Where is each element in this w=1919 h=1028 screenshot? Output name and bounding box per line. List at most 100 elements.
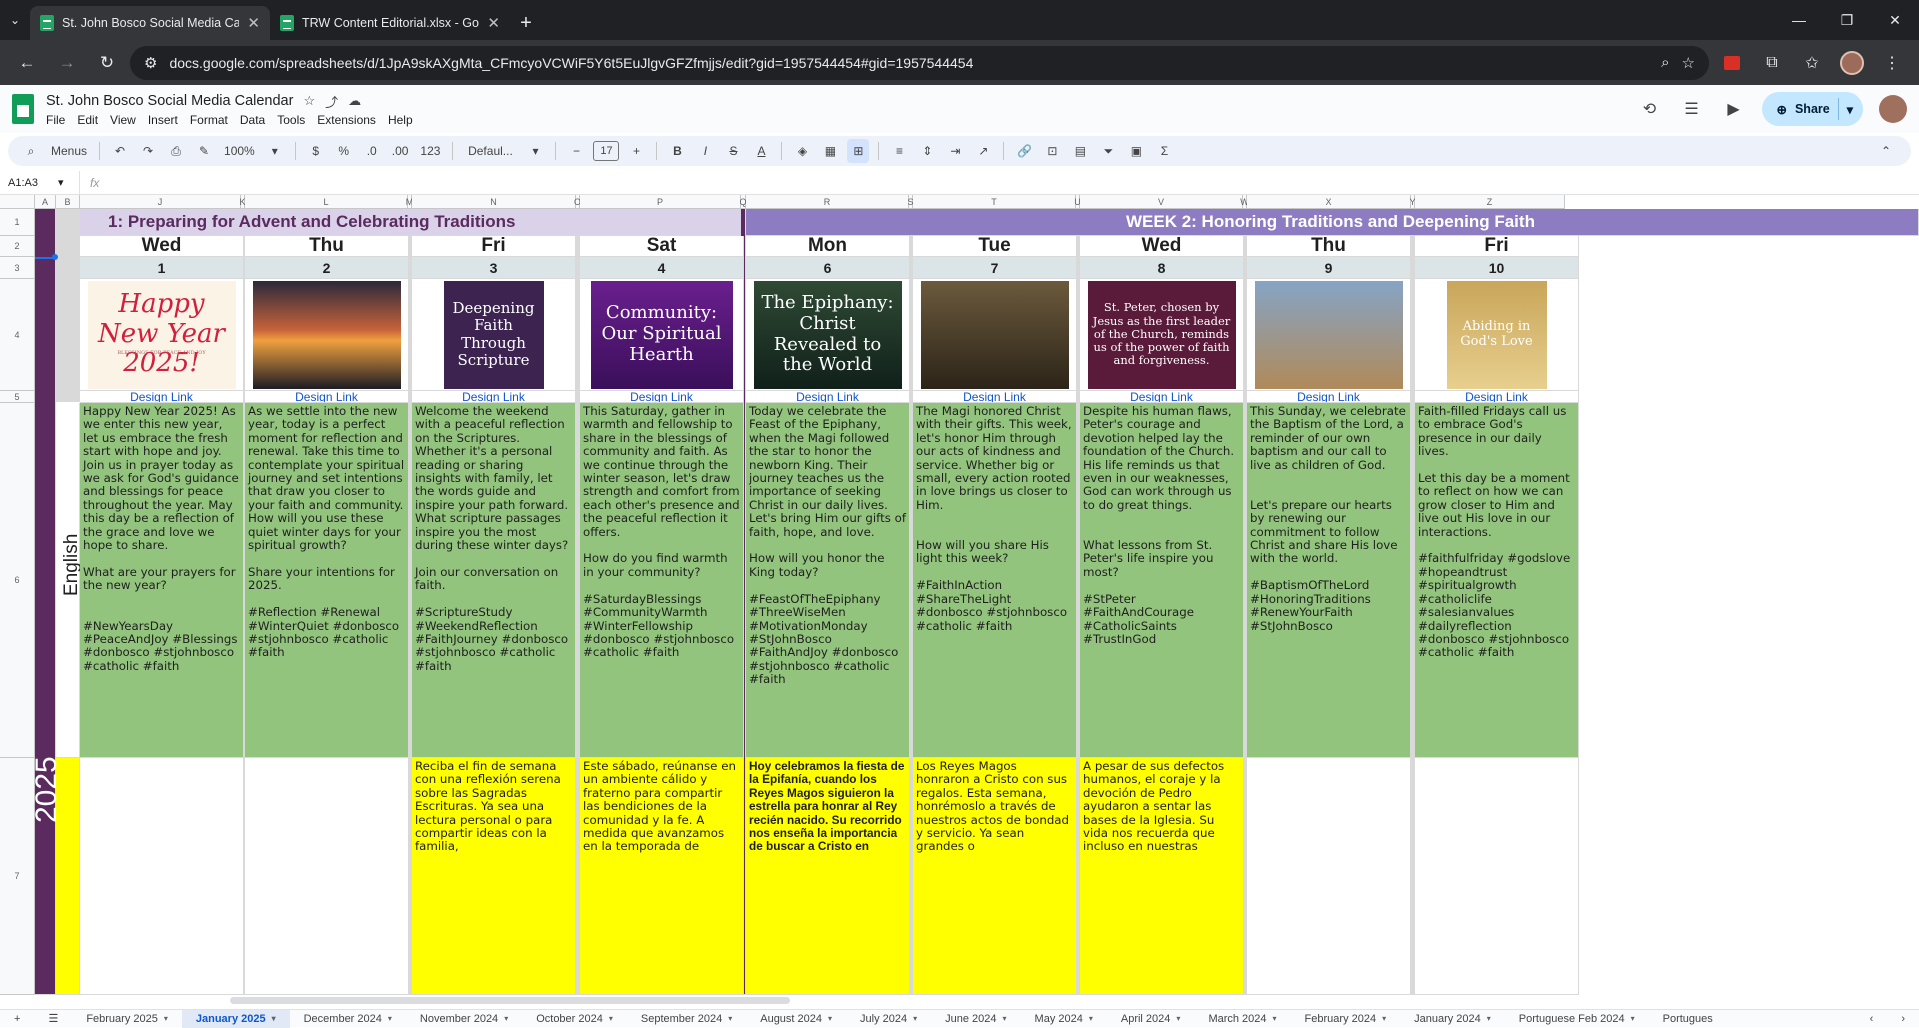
sheets-logo-icon[interactable] bbox=[12, 94, 34, 124]
text-color-button[interactable]: A bbox=[750, 139, 772, 163]
design-link[interactable]: Design Link bbox=[580, 391, 744, 403]
row-header[interactable]: 1 bbox=[0, 209, 35, 236]
percent-format-button[interactable]: % bbox=[333, 139, 355, 163]
sheet-tab[interactable]: November 2024 ▾ bbox=[406, 1010, 522, 1028]
week2-header[interactable]: WEEK 2: Honoring Traditions and Deepenin… bbox=[746, 209, 1919, 236]
tab-search-icon[interactable]: ⌄ bbox=[0, 0, 30, 40]
sheet-tab[interactable]: June 2024 ▾ bbox=[931, 1010, 1020, 1028]
day-name-tue[interactable]: Tue bbox=[913, 236, 1077, 257]
share-button[interactable]: ⊕ Share ▾ bbox=[1762, 92, 1863, 126]
search-menus-label[interactable]: Menus bbox=[48, 139, 90, 163]
design-image-cell[interactable]: Community: Our Spiritual Hearth bbox=[580, 279, 744, 391]
font-size-input[interactable]: 17 bbox=[593, 141, 620, 161]
day-name-wed[interactable]: Wed bbox=[80, 236, 244, 257]
day-number[interactable]: 9 bbox=[1247, 257, 1411, 279]
close-tab-icon[interactable]: ✕ bbox=[487, 14, 500, 32]
comments-icon[interactable]: ☰ bbox=[1678, 96, 1704, 122]
row-header[interactable]: 6 bbox=[0, 403, 35, 758]
add-sheet-icon[interactable]: + bbox=[0, 1010, 34, 1028]
zoom-select[interactable]: 100% bbox=[221, 139, 258, 163]
increase-decimal-button[interactable]: .00 bbox=[389, 139, 412, 163]
sheet-tab[interactable]: February 2025 ▾ bbox=[72, 1010, 182, 1028]
day-number[interactable]: 6 bbox=[746, 257, 910, 279]
day-number[interactable]: 4 bbox=[580, 257, 744, 279]
design-thumbnail[interactable]: Deepening Faith Through Scripture bbox=[443, 280, 544, 389]
horizontal-scrollbar[interactable] bbox=[230, 997, 790, 1004]
sheet-tab-dropdown-icon[interactable]: ▾ bbox=[1631, 1014, 1635, 1023]
row-header[interactable]: 2 bbox=[0, 236, 35, 257]
sheet-tab-dropdown-icon[interactable]: ▾ bbox=[1176, 1014, 1180, 1023]
horizontal-align-icon[interactable]: ≡ bbox=[888, 139, 910, 163]
move-folder-icon[interactable]: ⤴ bbox=[325, 92, 338, 111]
sheet-tab-dropdown-icon[interactable]: ▾ bbox=[1003, 1014, 1007, 1023]
menu-data[interactable]: Data bbox=[240, 113, 265, 127]
day-number[interactable]: 3 bbox=[412, 257, 576, 279]
filter-icon[interactable]: ⏷ bbox=[1097, 139, 1119, 163]
english-post-cell[interactable]: As we settle into the new year, today is… bbox=[245, 403, 409, 758]
week1-header[interactable]: 1: Preparing for Advent and Celebrating … bbox=[80, 209, 742, 236]
design-image-cell[interactable]: Abiding in God's Love bbox=[1415, 279, 1579, 391]
day-number[interactable]: 7 bbox=[913, 257, 1077, 279]
column-header[interactable]: X bbox=[1247, 195, 1411, 209]
day-number[interactable]: 1 bbox=[80, 257, 244, 279]
menu-help[interactable]: Help bbox=[388, 113, 413, 127]
design-image-cell[interactable] bbox=[245, 279, 409, 391]
sheet-tab-dropdown-icon[interactable]: ▾ bbox=[504, 1014, 508, 1023]
back-icon[interactable]: ← bbox=[10, 46, 44, 80]
sheet-tab[interactable]: March 2024 ▾ bbox=[1194, 1010, 1290, 1028]
english-post-cell[interactable]: The Magi honored Christ with their gifts… bbox=[913, 403, 1077, 758]
scroll-tabs-left-icon[interactable]: ‹ bbox=[1856, 1010, 1888, 1028]
account-avatar[interactable] bbox=[1879, 95, 1907, 123]
english-post-cell[interactable]: Today we celebrate the Feast of the Epip… bbox=[746, 403, 910, 758]
design-link[interactable]: Design Link bbox=[1247, 391, 1411, 403]
name-box-value[interactable]: A1:A3 bbox=[8, 177, 38, 189]
extension-icon[interactable] bbox=[1715, 46, 1749, 80]
spanish-post-cell[interactable] bbox=[1415, 758, 1579, 995]
borders-icon[interactable]: ▦ bbox=[819, 139, 841, 163]
font-family-select[interactable]: Defaul... bbox=[462, 139, 518, 163]
design-thumbnail[interactable] bbox=[920, 280, 1069, 389]
column-header[interactable]: P bbox=[580, 195, 741, 209]
design-thumbnail[interactable]: Community: Our Spiritual Hearth bbox=[590, 280, 733, 389]
design-thumbnail[interactable] bbox=[252, 280, 401, 389]
design-image-cell[interactable] bbox=[1247, 279, 1411, 391]
column-header[interactable]: J bbox=[80, 195, 241, 209]
version-history-icon[interactable]: ⟲ bbox=[1636, 96, 1662, 122]
menu-extensions[interactable]: Extensions bbox=[317, 113, 376, 127]
profile-avatar[interactable] bbox=[1835, 46, 1869, 80]
english-post-cell[interactable]: Faith-filled Fridays call us to embrace … bbox=[1415, 403, 1579, 758]
sheet-tab-dropdown-icon[interactable]: ▾ bbox=[1273, 1014, 1277, 1023]
fill-color-icon[interactable]: ◈ bbox=[791, 139, 813, 163]
menu-tools[interactable]: Tools bbox=[277, 113, 305, 127]
day-name-fri[interactable]: Fri bbox=[1415, 236, 1579, 257]
column-b-cell[interactable] bbox=[56, 209, 80, 402]
redo-icon[interactable]: ↷ bbox=[137, 139, 159, 163]
extensions-puzzle-icon[interactable]: ⧉ bbox=[1755, 46, 1789, 80]
print-icon[interactable]: ⎙ bbox=[165, 139, 187, 163]
day-name-sat[interactable]: Sat bbox=[580, 236, 744, 257]
sheet-tab-dropdown-icon[interactable]: ▾ bbox=[1382, 1014, 1386, 1023]
minimize-icon[interactable]: — bbox=[1775, 0, 1823, 40]
currency-format-button[interactable]: $ bbox=[305, 139, 327, 163]
site-info-icon[interactable]: ⚙ bbox=[144, 54, 157, 72]
english-post-cell[interactable]: This Saturday, gather in warmth and fell… bbox=[580, 403, 744, 758]
day-name-mon[interactable]: Mon bbox=[746, 236, 910, 257]
sheet-tab-dropdown-icon[interactable]: ▾ bbox=[1487, 1014, 1491, 1023]
spanish-post-cell[interactable]: Reciba el fin de semana con una reflexió… bbox=[412, 758, 576, 995]
english-post-cell[interactable]: This Sunday, we celebrate the Baptism of… bbox=[1247, 403, 1411, 758]
filter-views-icon[interactable]: ▣ bbox=[1125, 139, 1147, 163]
sheet-tab[interactable]: January 2024 ▾ bbox=[1400, 1010, 1505, 1028]
undo-icon[interactable]: ↶ bbox=[109, 139, 131, 163]
functions-button[interactable]: Σ bbox=[1153, 139, 1175, 163]
search-menus-icon[interactable]: ⌕ bbox=[20, 139, 42, 163]
design-image-cell[interactable]: Deepening Faith Through Scripture bbox=[412, 279, 576, 391]
bold-button[interactable]: B bbox=[666, 139, 688, 163]
address-bar[interactable]: ⚙ docs.google.com/spreadsheets/d/1JpA9sk… bbox=[130, 45, 1709, 80]
name-box-dropdown-icon[interactable]: ▾ bbox=[58, 176, 64, 189]
day-number[interactable]: 8 bbox=[1080, 257, 1244, 279]
design-link[interactable]: Design Link bbox=[746, 391, 910, 403]
meet-video-icon[interactable]: ▶ bbox=[1720, 96, 1746, 122]
close-window-icon[interactable]: ✕ bbox=[1871, 0, 1919, 40]
sheet-tab-dropdown-icon[interactable]: ▾ bbox=[913, 1014, 917, 1023]
insert-comment-icon[interactable]: ⊡ bbox=[1041, 139, 1063, 163]
